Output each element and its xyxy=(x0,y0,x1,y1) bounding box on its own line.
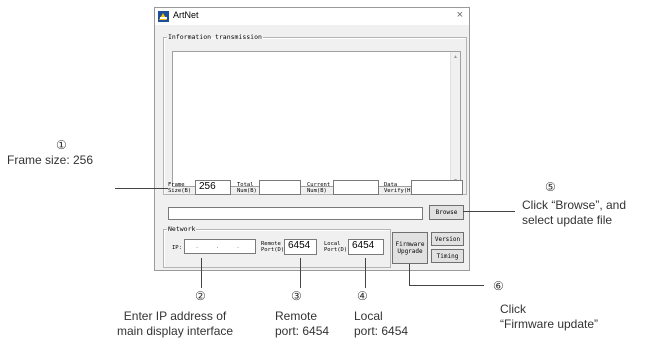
local-port-field[interactable]: 6454 xyxy=(348,239,384,255)
info-textarea[interactable]: ▲ ▼ xyxy=(172,51,461,187)
info-transmission-group: Information transmission ▲ ▼ xyxy=(163,33,467,195)
annotation-5-number: ⑤ xyxy=(545,180,556,194)
firmware-upgrade-button[interactable]: Firmware Upgrade xyxy=(392,232,428,264)
annotation-6-leader-h xyxy=(409,285,484,286)
annotation-4-text: Local port: 6454 xyxy=(354,309,409,338)
file-path-input[interactable] xyxy=(168,207,423,220)
scroll-up-icon[interactable]: ▲ xyxy=(453,54,458,60)
version-button[interactable]: Version xyxy=(431,232,464,246)
total-num-label: Total Num(B) xyxy=(237,182,257,194)
browse-button[interactable]: Browse xyxy=(429,205,464,220)
ip-label: IP: xyxy=(172,245,182,251)
data-verify-label: Data Verify(H) xyxy=(384,182,414,194)
network-group-legend: Network xyxy=(168,225,196,233)
total-num-field[interactable] xyxy=(259,180,301,195)
title-bar: ArtNet × xyxy=(155,8,469,25)
annotation-1-number: ① xyxy=(56,138,67,152)
annotation-2-text: Enter IP address of main display interfa… xyxy=(117,309,234,338)
annotation-6-leader-v xyxy=(409,264,410,285)
annotation-4-leader xyxy=(365,258,366,288)
info-group-legend: Information transmission xyxy=(168,33,262,41)
current-num-field[interactable] xyxy=(333,180,379,195)
annotation-3-leader xyxy=(300,258,301,288)
annotation-4-number: ④ xyxy=(357,289,368,303)
annotation-1-leader xyxy=(115,188,168,189)
timing-button[interactable]: Timing xyxy=(431,249,464,263)
current-num-label: Current Num(B) xyxy=(307,182,331,194)
annotation-3-number: ③ xyxy=(291,289,302,303)
info-scrollbar[interactable]: ▲ ▼ xyxy=(450,52,460,186)
annotation-6-text: Click “Firmware update” xyxy=(500,302,599,331)
annotation-3-text: Remote port: 6454 xyxy=(275,309,330,338)
artnet-window: ArtNet × Information transmission ▲ ▼ Fr… xyxy=(154,7,470,271)
frame-size-label: Frame Size(B) xyxy=(168,182,192,194)
annotation-1-text: Frame size: 256 xyxy=(7,153,94,167)
annotation-2-leader xyxy=(201,258,202,288)
annotation-5-leader xyxy=(463,211,515,212)
local-port-label: Local Port(D) xyxy=(324,241,348,253)
annotation-2-number: ② xyxy=(195,289,206,303)
frame-size-field[interactable]: 256 xyxy=(195,180,231,195)
annotation-6-number: ⑥ xyxy=(493,279,504,293)
window-title: ArtNet xyxy=(173,10,199,20)
ip-address-input[interactable]: . . . xyxy=(184,239,256,254)
artnet-app-icon xyxy=(158,11,169,22)
data-verify-field[interactable] xyxy=(411,180,463,195)
close-icon[interactable]: × xyxy=(457,9,463,21)
annotation-5-text: Click “Browse”, and select update file xyxy=(522,198,627,227)
remote-port-field[interactable]: 6454 xyxy=(284,239,317,255)
remote-port-label: Remote Port(D) xyxy=(261,241,285,253)
